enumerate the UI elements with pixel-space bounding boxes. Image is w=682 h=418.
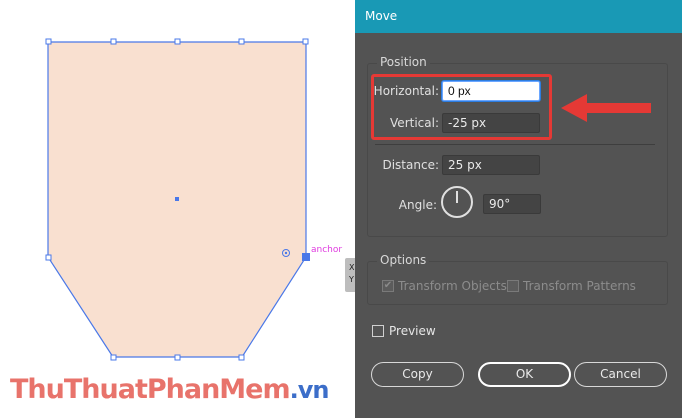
move-dialog: Move Position Horizontal: Vertical: -25 …: [355, 0, 682, 418]
watermark-ext: .vn: [289, 376, 330, 404]
highlight-annotation-box: [371, 74, 552, 140]
copy-button[interactable]: Copy: [371, 362, 464, 387]
cancel-button[interactable]: Cancel: [574, 362, 667, 387]
watermark-logo: ThuThuatPhanMem.vn: [10, 374, 330, 405]
preview-label: Preview: [389, 324, 436, 338]
transform-patterns-checkbox[interactable]: [507, 280, 519, 292]
angle-dial-icon[interactable]: [441, 186, 473, 218]
ok-button[interactable]: OK: [478, 362, 571, 387]
arrow-left-icon: [561, 94, 651, 122]
position-divider: [375, 144, 655, 145]
distance-label: Distance:: [382, 158, 439, 172]
angle-label: Angle:: [398, 198, 437, 212]
options-section-title: Options: [377, 253, 430, 267]
distance-input[interactable]: 25 px: [442, 155, 540, 175]
check-icon: ✔: [383, 280, 393, 291]
transform-objects-checkbox[interactable]: ✔: [382, 280, 394, 292]
transform-patterns-label: Transform Patterns: [523, 279, 636, 293]
watermark-main: ThuThuatPhanMem: [10, 374, 291, 405]
dialog-titlebar[interactable]: Move: [355, 0, 682, 33]
preview-checkbox[interactable]: [372, 325, 384, 337]
selected-shape-svg[interactable]: [0, 0, 355, 418]
center-point: [175, 197, 179, 201]
dialog-title: Move: [365, 9, 398, 23]
anchor-point[interactable]: [302, 253, 310, 261]
angle-input[interactable]: 90°: [483, 194, 541, 214]
position-section-title: Position: [377, 55, 430, 69]
artboard-canvas[interactable]: anchor X Y ThuThuatPhanMem.vn: [0, 0, 357, 418]
anchor-label: anchor: [311, 245, 343, 255]
transform-objects-label: Transform Objects: [398, 279, 507, 293]
